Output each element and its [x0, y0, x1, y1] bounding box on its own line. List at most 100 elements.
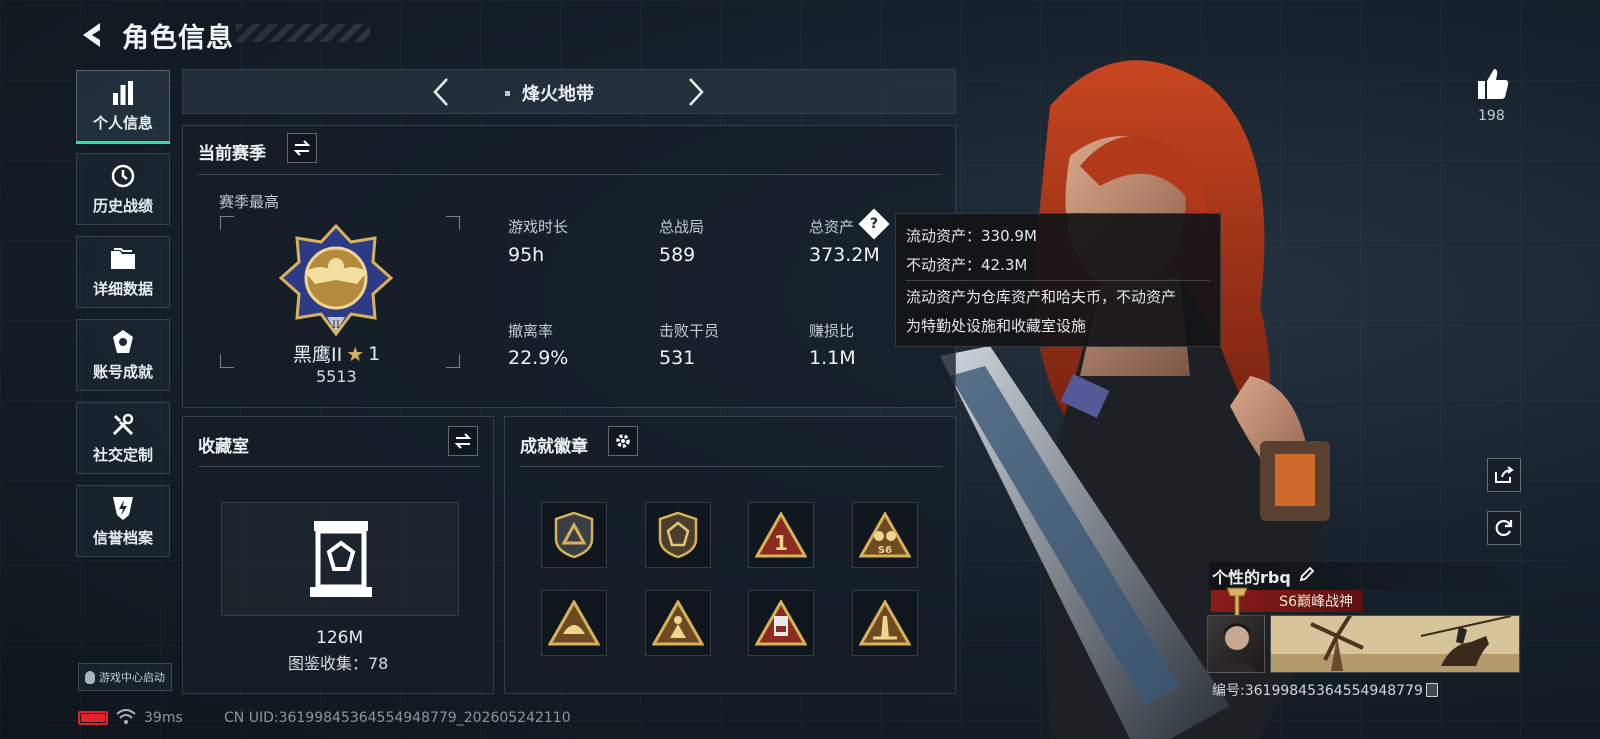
player-avatar[interactable] — [1207, 615, 1265, 673]
player-name: 个性的rbq — [1212, 568, 1291, 587]
collection-count: 图鉴收集：78 — [288, 654, 389, 673]
battery-icon — [78, 711, 108, 725]
badge-triangle-helmet[interactable] — [541, 590, 607, 656]
back-button[interactable] — [76, 18, 106, 52]
folder-icon — [110, 246, 136, 272]
sidebar-item-label: 账号成就 — [92, 362, 153, 381]
rank-stars: 1 — [368, 342, 381, 365]
collection-value: 126M — [316, 628, 364, 648]
tools-icon — [110, 412, 136, 438]
stat-profit-ratio-value: 1.1M — [809, 347, 856, 369]
mode-next-button[interactable] — [676, 69, 716, 114]
stat-extract-rate-label: 撤离率 — [508, 322, 554, 340]
sidebar-item-label: 社交定制 — [92, 445, 153, 464]
rank-name-row: 黑鹰II ★ 1 — [293, 340, 380, 367]
uid-text: CN UID:3619984536455494877​9_20260524211… — [224, 710, 571, 726]
game-center-button[interactable]: 游戏中心启动 — [78, 663, 172, 691]
triangle-one-badge-icon: 1 — [755, 512, 807, 558]
pencil-icon — [1299, 566, 1315, 582]
rank-emblem-icon: II — [278, 223, 394, 337]
title-emblem-icon — [1226, 587, 1248, 617]
share-icon — [1495, 466, 1514, 483]
clock-icon — [110, 163, 136, 189]
badge-shield-triangle[interactable] — [541, 502, 607, 568]
player-id: 编号:361998453645549487​79 — [1212, 683, 1423, 699]
star-icon: ★ — [346, 341, 365, 366]
tooltip-liquid-assets: 流动资产：330.9M — [906, 227, 1037, 245]
ping-value: 39ms — [144, 710, 183, 726]
svg-text:1: 1 — [774, 531, 788, 555]
badge-triangle-figure[interactable] — [645, 590, 711, 656]
player-banner[interactable] — [1270, 615, 1520, 673]
stat-kills-value: 531 — [659, 347, 696, 369]
like-count: 198 — [1478, 108, 1505, 124]
badge-shield-gem[interactable] — [645, 502, 711, 568]
divider — [198, 466, 480, 467]
badge-triangle-card[interactable] — [748, 590, 814, 656]
collection-title: 收藏室 — [198, 437, 249, 457]
refresh-icon — [1495, 519, 1513, 537]
thumbs-up-icon — [1478, 69, 1509, 99]
mode-prev-button[interactable] — [421, 69, 461, 114]
triangle-helmet-badge-icon — [548, 600, 600, 646]
player-id-row: 编号:361998453645549487​79 — [1212, 680, 1438, 700]
display-case-icon — [310, 521, 372, 597]
divider — [520, 466, 942, 467]
gear-icon — [616, 434, 630, 448]
achievements-settings-button[interactable] — [608, 426, 638, 456]
stat-total-matches-label: 总战局 — [659, 218, 705, 236]
stat-play-time-value: 95h — [508, 244, 545, 266]
sidebar-item-label: 历史战绩 — [92, 196, 153, 215]
svg-text:II: II — [332, 320, 340, 331]
sidebar-item-detailed-data[interactable]: 详细数据 — [76, 236, 170, 308]
shield-bolt-icon — [110, 495, 136, 521]
collection-preview[interactable] — [221, 502, 459, 616]
season-switch-button[interactable] — [287, 133, 317, 163]
stat-profit-ratio-label: 赚损比 — [809, 322, 855, 340]
title-decoration — [236, 24, 370, 42]
copy-icon[interactable] — [1425, 683, 1438, 697]
swap-icon — [454, 433, 472, 449]
sidebar-item-credit[interactable]: 信誉档案 — [76, 485, 170, 557]
rank-score: 5513 — [316, 367, 357, 386]
banner-image — [1271, 616, 1519, 672]
collection-switch-button[interactable] — [448, 426, 478, 456]
badge-triangle-tower[interactable] — [852, 590, 918, 656]
stat-total-assets-value: 373.2M — [809, 244, 880, 266]
swap-icon — [293, 140, 311, 156]
refresh-button[interactable] — [1487, 511, 1521, 545]
qq-icon — [85, 670, 95, 684]
mode-label: 烽火地带 — [522, 84, 594, 105]
bar-chart-icon — [110, 80, 136, 106]
sidebar-item-personal-info[interactable]: 个人信息 — [76, 70, 170, 144]
tooltip-divider — [906, 280, 1210, 281]
mode-selector[interactable]: 烽火地带 — [505, 80, 594, 106]
achievements-title: 成就徽章 — [520, 437, 588, 457]
achievement-icon — [110, 329, 136, 355]
sidebar-item-history[interactable]: 历史战绩 — [76, 153, 170, 225]
chevron-left-icon — [83, 23, 100, 47]
avatar-image — [1216, 623, 1258, 672]
triangle-s6-badge-icon: S6 — [859, 512, 911, 558]
rank-name: 黑鹰II — [293, 344, 343, 366]
triangle-figure-badge-icon — [652, 600, 704, 646]
share-button[interactable] — [1487, 458, 1521, 492]
triangle-tower-badge-icon — [859, 600, 911, 646]
sidebar-item-achievements[interactable]: 账号成就 — [76, 319, 170, 391]
chevron-left-icon — [433, 77, 448, 106]
svg-text:S6: S6 — [878, 545, 892, 556]
sidebar-item-social[interactable]: 社交定制 — [76, 402, 170, 474]
stat-extract-rate-value: 22.9% — [508, 347, 569, 369]
wifi-icon — [116, 709, 136, 724]
assets-tooltip: 流动资产：330.9M 不动资产：42.3M 流动资产为仓库资产和哈夫币，不动资… — [895, 213, 1221, 347]
tooltip-description-line: 为特勤处设施和收藏室设施 — [906, 317, 1087, 335]
stat-total-matches-value: 589 — [659, 244, 696, 266]
sidebar-item-label: 信誉档案 — [92, 528, 153, 547]
badge-triangle-one[interactable]: 1 — [748, 502, 814, 568]
badge-triangle-s6[interactable]: S6 — [852, 502, 918, 568]
shield-triangle-badge-icon — [554, 511, 594, 559]
stat-kills-label: 击败干员 — [659, 322, 720, 340]
edit-name-button[interactable] — [1299, 566, 1315, 586]
like-button[interactable] — [1476, 67, 1510, 101]
sidebar-item-label: 详细数据 — [92, 279, 153, 298]
